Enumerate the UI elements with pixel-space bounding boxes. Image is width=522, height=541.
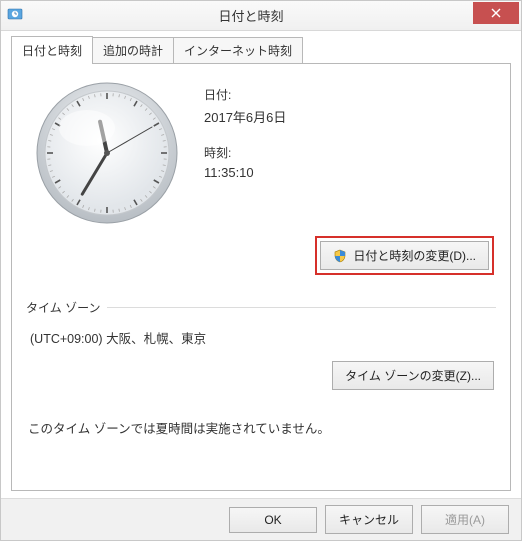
ok-button[interactable]: OK <box>229 507 317 533</box>
tab-panel: 日付: 2017年6月6日 時刻: 11:35:10 日付と時刻の変更(D). <box>11 63 511 491</box>
datetime-row: 日付: 2017年6月6日 時刻: 11:35:10 <box>26 78 496 228</box>
tab-additional-clocks[interactable]: 追加の時計 <box>92 37 174 63</box>
time-value: 11:35:10 <box>204 165 286 180</box>
change-timezone-button[interactable]: タイム ゾーンの変更(Z)... <box>332 361 494 390</box>
close-button[interactable] <box>473 2 519 24</box>
timezone-heading: タイム ゾーン <box>26 299 101 316</box>
tab-datetime[interactable]: 日付と時刻 <box>11 36 93 64</box>
dialog-footer: OK キャンセル 適用(A) <box>1 498 521 540</box>
divider <box>107 307 497 308</box>
timezone-section-label: タイム ゾーン <box>26 299 496 316</box>
timezone-value: (UTC+09:00) 大阪、札幌、東京 <box>30 328 496 347</box>
change-datetime-wrap: 日付と時刻の変更(D)... <box>26 236 494 275</box>
tab-strip: 日付と時刻 追加の時計 インターネット時刻 <box>11 39 511 63</box>
time-label: 時刻: <box>204 144 286 161</box>
app-icon <box>7 6 23 25</box>
content-area: 日付と時刻 追加の時計 インターネット時刻 <box>1 31 521 498</box>
tab-internet-time[interactable]: インターネット時刻 <box>173 37 303 63</box>
highlight-box: 日付と時刻の変更(D)... <box>315 236 494 275</box>
dst-note: このタイム ゾーンでは夏時間は実施されていません。 <box>28 418 496 437</box>
analog-clock <box>32 78 182 228</box>
apply-button[interactable]: 適用(A) <box>421 505 509 534</box>
change-timezone-label: タイム ゾーンの変更(Z)... <box>345 367 481 384</box>
date-value: 2017年6月6日 <box>204 107 286 126</box>
change-datetime-label: 日付と時刻の変更(D)... <box>353 247 476 264</box>
cancel-button[interactable]: キャンセル <box>325 505 413 534</box>
window-title: 日付と時刻 <box>29 6 473 25</box>
change-timezone-wrap: タイム ゾーンの変更(Z)... <box>26 361 494 390</box>
shield-icon <box>333 249 347 263</box>
close-icon <box>490 7 502 19</box>
change-datetime-button[interactable]: 日付と時刻の変更(D)... <box>320 241 489 270</box>
titlebar: 日付と時刻 <box>1 1 521 31</box>
datetime-info: 日付: 2017年6月6日 時刻: 11:35:10 <box>204 78 286 198</box>
date-label: 日付: <box>204 86 286 103</box>
